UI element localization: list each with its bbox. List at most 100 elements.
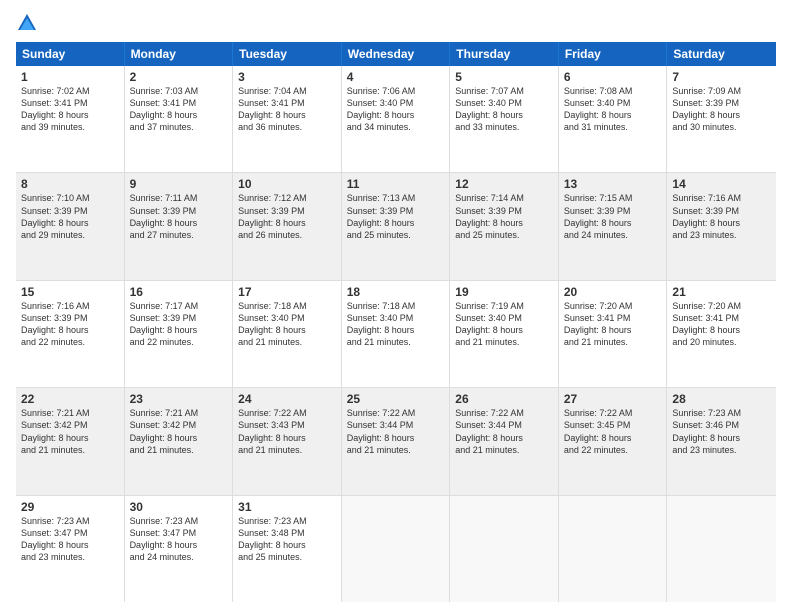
header xyxy=(16,12,776,34)
day-number: 31 xyxy=(238,500,336,514)
calendar-cell: 17Sunrise: 7:18 AM Sunset: 3:40 PM Dayli… xyxy=(233,281,342,387)
day-number: 7 xyxy=(672,70,771,84)
calendar-cell: 1Sunrise: 7:02 AM Sunset: 3:41 PM Daylig… xyxy=(16,66,125,172)
calendar-cell: 30Sunrise: 7:23 AM Sunset: 3:47 PM Dayli… xyxy=(125,496,234,602)
cell-text: Sunrise: 7:15 AM Sunset: 3:39 PM Dayligh… xyxy=(564,192,662,241)
day-number: 8 xyxy=(21,177,119,191)
cell-text: Sunrise: 7:17 AM Sunset: 3:39 PM Dayligh… xyxy=(130,300,228,349)
day-number: 28 xyxy=(672,392,771,406)
cell-text: Sunrise: 7:07 AM Sunset: 3:40 PM Dayligh… xyxy=(455,85,553,134)
day-number: 17 xyxy=(238,285,336,299)
cell-text: Sunrise: 7:06 AM Sunset: 3:40 PM Dayligh… xyxy=(347,85,445,134)
calendar-cell-empty xyxy=(342,496,451,602)
calendar-header: SundayMondayTuesdayWednesdayThursdayFrid… xyxy=(16,42,776,66)
calendar-cell: 18Sunrise: 7:18 AM Sunset: 3:40 PM Dayli… xyxy=(342,281,451,387)
calendar-cell-empty xyxy=(559,496,668,602)
cell-text: Sunrise: 7:22 AM Sunset: 3:43 PM Dayligh… xyxy=(238,407,336,456)
logo xyxy=(16,12,40,34)
day-number: 6 xyxy=(564,70,662,84)
day-number: 25 xyxy=(347,392,445,406)
calendar-cell: 29Sunrise: 7:23 AM Sunset: 3:47 PM Dayli… xyxy=(16,496,125,602)
cell-text: Sunrise: 7:16 AM Sunset: 3:39 PM Dayligh… xyxy=(21,300,119,349)
calendar-header-cell: Wednesday xyxy=(342,42,451,66)
day-number: 14 xyxy=(672,177,771,191)
cell-text: Sunrise: 7:23 AM Sunset: 3:46 PM Dayligh… xyxy=(672,407,771,456)
cell-text: Sunrise: 7:08 AM Sunset: 3:40 PM Dayligh… xyxy=(564,85,662,134)
calendar: SundayMondayTuesdayWednesdayThursdayFrid… xyxy=(16,42,776,602)
day-number: 19 xyxy=(455,285,553,299)
cell-text: Sunrise: 7:10 AM Sunset: 3:39 PM Dayligh… xyxy=(21,192,119,241)
cell-text: Sunrise: 7:12 AM Sunset: 3:39 PM Dayligh… xyxy=(238,192,336,241)
calendar-cell: 13Sunrise: 7:15 AM Sunset: 3:39 PM Dayli… xyxy=(559,173,668,279)
day-number: 22 xyxy=(21,392,119,406)
calendar-cell: 23Sunrise: 7:21 AM Sunset: 3:42 PM Dayli… xyxy=(125,388,234,494)
calendar-cell: 28Sunrise: 7:23 AM Sunset: 3:46 PM Dayli… xyxy=(667,388,776,494)
day-number: 21 xyxy=(672,285,771,299)
calendar-cell: 21Sunrise: 7:20 AM Sunset: 3:41 PM Dayli… xyxy=(667,281,776,387)
calendar-header-cell: Friday xyxy=(559,42,668,66)
day-number: 5 xyxy=(455,70,553,84)
cell-text: Sunrise: 7:22 AM Sunset: 3:45 PM Dayligh… xyxy=(564,407,662,456)
calendar-cell-empty xyxy=(450,496,559,602)
cell-text: Sunrise: 7:09 AM Sunset: 3:39 PM Dayligh… xyxy=(672,85,771,134)
cell-text: Sunrise: 7:04 AM Sunset: 3:41 PM Dayligh… xyxy=(238,85,336,134)
cell-text: Sunrise: 7:18 AM Sunset: 3:40 PM Dayligh… xyxy=(347,300,445,349)
calendar-cell: 4Sunrise: 7:06 AM Sunset: 3:40 PM Daylig… xyxy=(342,66,451,172)
day-number: 11 xyxy=(347,177,445,191)
calendar-cell: 8Sunrise: 7:10 AM Sunset: 3:39 PM Daylig… xyxy=(16,173,125,279)
cell-text: Sunrise: 7:16 AM Sunset: 3:39 PM Dayligh… xyxy=(672,192,771,241)
calendar-cell: 3Sunrise: 7:04 AM Sunset: 3:41 PM Daylig… xyxy=(233,66,342,172)
day-number: 15 xyxy=(21,285,119,299)
day-number: 23 xyxy=(130,392,228,406)
calendar-cell: 22Sunrise: 7:21 AM Sunset: 3:42 PM Dayli… xyxy=(16,388,125,494)
calendar-cell: 15Sunrise: 7:16 AM Sunset: 3:39 PM Dayli… xyxy=(16,281,125,387)
calendar-cell: 27Sunrise: 7:22 AM Sunset: 3:45 PM Dayli… xyxy=(559,388,668,494)
calendar-cell: 6Sunrise: 7:08 AM Sunset: 3:40 PM Daylig… xyxy=(559,66,668,172)
calendar-cell: 5Sunrise: 7:07 AM Sunset: 3:40 PM Daylig… xyxy=(450,66,559,172)
calendar-header-cell: Sunday xyxy=(16,42,125,66)
cell-text: Sunrise: 7:19 AM Sunset: 3:40 PM Dayligh… xyxy=(455,300,553,349)
cell-text: Sunrise: 7:22 AM Sunset: 3:44 PM Dayligh… xyxy=(347,407,445,456)
cell-text: Sunrise: 7:21 AM Sunset: 3:42 PM Dayligh… xyxy=(130,407,228,456)
cell-text: Sunrise: 7:20 AM Sunset: 3:41 PM Dayligh… xyxy=(564,300,662,349)
cell-text: Sunrise: 7:22 AM Sunset: 3:44 PM Dayligh… xyxy=(455,407,553,456)
calendar-cell: 2Sunrise: 7:03 AM Sunset: 3:41 PM Daylig… xyxy=(125,66,234,172)
calendar-cell: 11Sunrise: 7:13 AM Sunset: 3:39 PM Dayli… xyxy=(342,173,451,279)
calendar-row: 22Sunrise: 7:21 AM Sunset: 3:42 PM Dayli… xyxy=(16,388,776,495)
day-number: 13 xyxy=(564,177,662,191)
logo-icon xyxy=(16,12,38,34)
calendar-cell: 20Sunrise: 7:20 AM Sunset: 3:41 PM Dayli… xyxy=(559,281,668,387)
calendar-cell: 9Sunrise: 7:11 AM Sunset: 3:39 PM Daylig… xyxy=(125,173,234,279)
day-number: 3 xyxy=(238,70,336,84)
day-number: 30 xyxy=(130,500,228,514)
calendar-cell: 26Sunrise: 7:22 AM Sunset: 3:44 PM Dayli… xyxy=(450,388,559,494)
day-number: 20 xyxy=(564,285,662,299)
cell-text: Sunrise: 7:02 AM Sunset: 3:41 PM Dayligh… xyxy=(21,85,119,134)
day-number: 18 xyxy=(347,285,445,299)
day-number: 26 xyxy=(455,392,553,406)
day-number: 2 xyxy=(130,70,228,84)
cell-text: Sunrise: 7:03 AM Sunset: 3:41 PM Dayligh… xyxy=(130,85,228,134)
cell-text: Sunrise: 7:21 AM Sunset: 3:42 PM Dayligh… xyxy=(21,407,119,456)
calendar-header-cell: Monday xyxy=(125,42,234,66)
calendar-body: 1Sunrise: 7:02 AM Sunset: 3:41 PM Daylig… xyxy=(16,66,776,602)
page: SundayMondayTuesdayWednesdayThursdayFrid… xyxy=(0,0,792,612)
day-number: 27 xyxy=(564,392,662,406)
cell-text: Sunrise: 7:11 AM Sunset: 3:39 PM Dayligh… xyxy=(130,192,228,241)
calendar-cell: 14Sunrise: 7:16 AM Sunset: 3:39 PM Dayli… xyxy=(667,173,776,279)
day-number: 1 xyxy=(21,70,119,84)
calendar-cell-empty xyxy=(667,496,776,602)
day-number: 10 xyxy=(238,177,336,191)
cell-text: Sunrise: 7:13 AM Sunset: 3:39 PM Dayligh… xyxy=(347,192,445,241)
calendar-cell: 19Sunrise: 7:19 AM Sunset: 3:40 PM Dayli… xyxy=(450,281,559,387)
cell-text: Sunrise: 7:23 AM Sunset: 3:47 PM Dayligh… xyxy=(130,515,228,564)
calendar-row: 15Sunrise: 7:16 AM Sunset: 3:39 PM Dayli… xyxy=(16,281,776,388)
day-number: 24 xyxy=(238,392,336,406)
calendar-cell: 10Sunrise: 7:12 AM Sunset: 3:39 PM Dayli… xyxy=(233,173,342,279)
calendar-header-cell: Saturday xyxy=(667,42,776,66)
calendar-cell: 25Sunrise: 7:22 AM Sunset: 3:44 PM Dayli… xyxy=(342,388,451,494)
calendar-row: 8Sunrise: 7:10 AM Sunset: 3:39 PM Daylig… xyxy=(16,173,776,280)
calendar-cell: 16Sunrise: 7:17 AM Sunset: 3:39 PM Dayli… xyxy=(125,281,234,387)
day-number: 9 xyxy=(130,177,228,191)
day-number: 4 xyxy=(347,70,445,84)
